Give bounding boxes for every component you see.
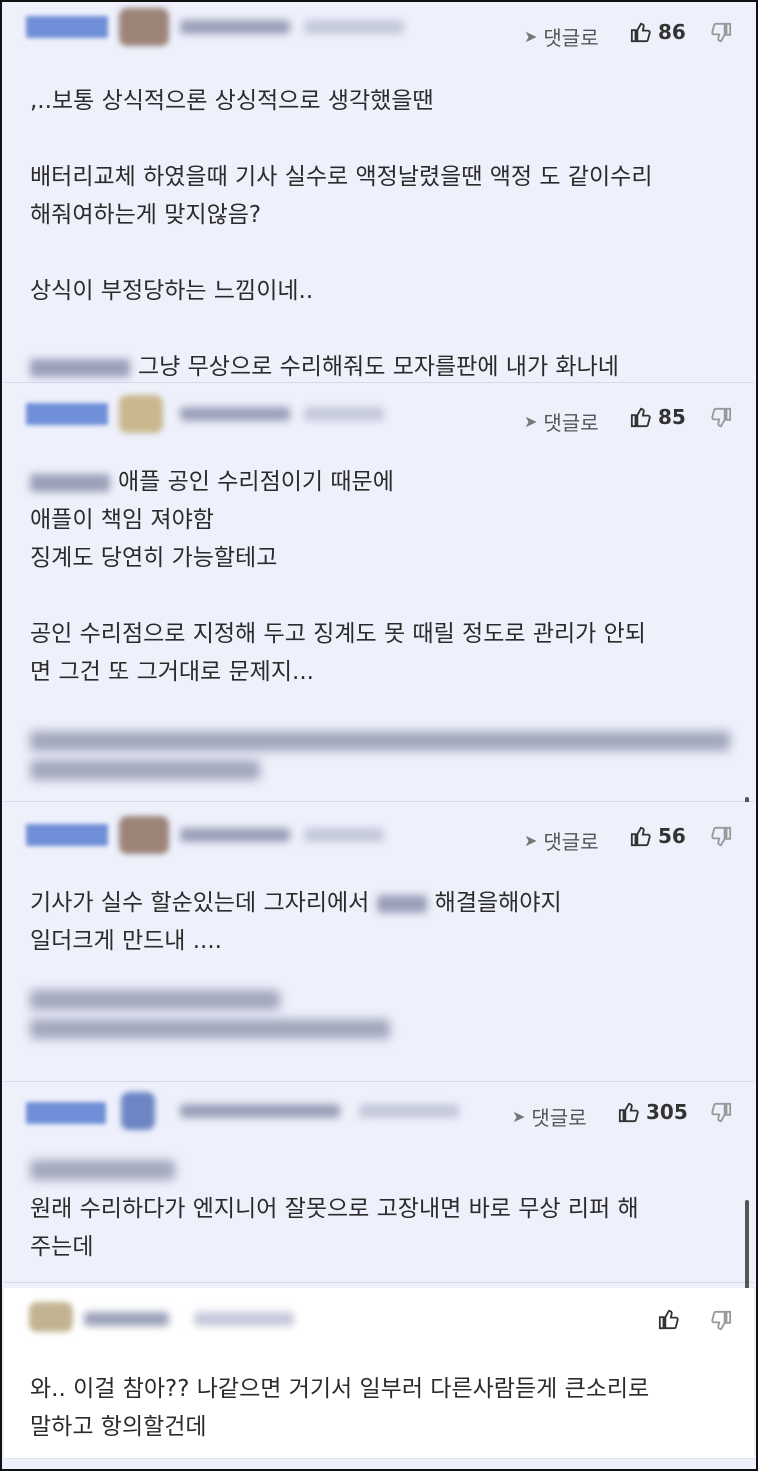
username-blurred — [84, 1312, 169, 1326]
thumbs-down-icon[interactable] — [710, 1310, 732, 1332]
like-count: 86 — [658, 20, 686, 44]
thumbs-down-icon[interactable] — [710, 1102, 732, 1124]
comment-line: 면 그건 또 그거대로 문제지... — [30, 659, 314, 685]
date-blurred — [194, 1312, 294, 1326]
username-blurred — [180, 1104, 340, 1118]
comment-line: 기사가 실수 할순있는데 그자리에서 해결을해야지 — [30, 884, 728, 922]
comment-line: 공인 수리점으로 지정해 두고 징계도 못 때릴 정도로 관리가 안되 — [30, 621, 646, 647]
user-badge — [26, 403, 108, 425]
comment-line: 와.. 이걸 참아?? 나같으면 거기서 일부러 다른사람듣게 큰소리로 — [30, 1376, 650, 1402]
comment-line: 징계도 당연히 가능할테고 — [30, 545, 278, 571]
comment-header: ➤ 댓글로 56 — [4, 802, 754, 854]
avatar[interactable] — [119, 395, 163, 433]
reply-label: 댓글로 — [543, 26, 599, 50]
comment-1: ➤ 댓글로 86 ,..보통 상식적으론 상싱적으로 생각했을땐 배터리교체 하… — [4, 2, 754, 383]
comment-line: 애플 공인 수리점이기 때문에 — [30, 463, 728, 501]
avatar[interactable] — [119, 8, 169, 46]
avatar[interactable] — [29, 1302, 73, 1332]
redacted-text — [30, 990, 280, 1010]
like-button[interactable]: 86 — [630, 20, 686, 44]
date-blurred — [304, 407, 384, 421]
thumbs-up-icon — [658, 1309, 679, 1330]
redacted-text — [30, 358, 130, 377]
comment-line: 일더크게 만드내 .... — [30, 928, 222, 954]
reply-button[interactable]: ➤ 댓글로 — [524, 407, 599, 436]
comment-4: ➤ 댓글로 305 원래 수리하다가 엔지니어 잘못으로 고장내면 바로 무상 … — [4, 1082, 754, 1318]
comment-body: 와.. 이걸 참아?? 나같으면 거기서 일부러 다른사람듣게 큰소리로 말하고… — [30, 1370, 728, 1446]
user-badge — [26, 1102, 106, 1124]
comment-header — [4, 1288, 754, 1340]
comment-header: ➤ 댓글로 85 — [4, 383, 754, 435]
comment-body: 기사가 실수 할순있는데 그자리에서 해결을해야지 일더크게 만드내 .... — [30, 884, 728, 1048]
username-blurred — [180, 828, 290, 842]
thumbs-up-icon — [630, 407, 651, 428]
reply-button[interactable]: ➤ 댓글로 — [524, 826, 599, 855]
comment-line: 말하고 항의할건데 — [30, 1414, 207, 1440]
like-count: 85 — [658, 405, 686, 429]
comment-header: ➤ 댓글로 86 — [4, 2, 754, 54]
like-button[interactable]: 56 — [630, 824, 686, 848]
comment-line: ,..보통 상식적으론 상싱적으로 생각했을땐 — [30, 88, 434, 114]
comment-line-text: 애플 공인 수리점이기 때문에 — [118, 469, 394, 495]
comment-line: 해줘여하는게 맞지않음? — [30, 202, 262, 228]
like-button[interactable]: 85 — [630, 405, 686, 429]
comment-header: ➤ 댓글로 305 — [4, 1082, 754, 1134]
like-button[interactable]: 305 — [618, 1100, 688, 1124]
date-blurred — [359, 1104, 459, 1118]
thumbs-up-icon — [630, 22, 651, 43]
comment-line-text: 해결을해야지 — [434, 890, 562, 916]
redacted-text — [30, 1019, 390, 1039]
comment-body: 애플 공인 수리점이기 때문에 애플이 책임 져야함 징계도 당연히 가능할테고… — [30, 463, 730, 789]
comment-line-text: 기사가 실수 할순있는데 그자리에서 — [30, 890, 370, 916]
like-count: 305 — [646, 1100, 688, 1124]
thumbs-down-icon[interactable] — [710, 826, 732, 848]
reply-label: 댓글로 — [531, 1106, 587, 1130]
comment-2: ➤ 댓글로 85 애플 공인 수리점이기 때문에 애플이 책임 져야함 징계도 … — [4, 383, 754, 921]
redacted-text — [30, 473, 110, 492]
comment-3: ➤ 댓글로 56 기사가 실수 할순있는데 그자리에서 해결을해야지 일더크게 … — [4, 802, 754, 1082]
comment-5: 와.. 이걸 참아?? 나같으면 거기서 일부러 다른사람듣게 큰소리로 말하고… — [4, 1288, 754, 1459]
date-blurred — [304, 828, 384, 842]
thumbs-up-icon — [630, 826, 651, 847]
comment-body: 원래 수리하다가 엔지니어 잘못으로 고장내면 바로 무상 리퍼 해 주는데 — [30, 1160, 728, 1266]
comment-line: 애플이 책임 져야함 — [30, 507, 214, 533]
username-blurred — [180, 407, 290, 421]
comment-line: 그냥 무상으로 수리해줘도 모자를판에 내가 화나네 — [30, 348, 728, 386]
reply-button[interactable]: ➤ 댓글로 — [524, 22, 599, 51]
comment-body: ,..보통 상식적으론 상싱적으로 생각했을땐 배터리교체 하였을때 기사 실수… — [30, 82, 728, 386]
comment-line-text: 그냥 무상으로 수리해줘도 모자를판에 내가 화나네 — [138, 354, 619, 380]
send-arrow-icon: ➤ — [524, 412, 538, 431]
user-badge — [26, 824, 108, 846]
date-blurred — [304, 20, 404, 34]
send-arrow-icon: ➤ — [512, 1107, 526, 1126]
redacted-text — [30, 1160, 175, 1180]
reply-button[interactable]: ➤ 댓글로 — [512, 1102, 587, 1131]
comment-line: 주는데 — [30, 1234, 94, 1260]
send-arrow-icon: ➤ — [524, 27, 538, 46]
username-blurred — [180, 20, 290, 34]
reply-label: 댓글로 — [543, 411, 599, 435]
reply-label: 댓글로 — [543, 830, 599, 854]
avatar[interactable] — [119, 816, 169, 854]
comment-line: 배터리교체 하였을때 기사 실수로 액정날렸을땐 액정 도 같이수리 — [30, 164, 653, 190]
redacted-text — [30, 731, 730, 751]
redacted-text — [376, 894, 427, 913]
comment-thread: ➤ 댓글로 86 ,..보통 상식적으론 상싱적으로 생각했을땐 배터리교체 하… — [0, 0, 758, 1471]
send-arrow-icon: ➤ — [524, 831, 538, 850]
user-badge — [26, 16, 108, 38]
like-button[interactable] — [658, 1308, 686, 1330]
thumbs-down-icon[interactable] — [710, 22, 732, 44]
thumbs-down-icon[interactable] — [710, 407, 732, 429]
thumbs-up-icon — [618, 1102, 639, 1123]
redacted-text — [30, 760, 260, 780]
comment-line: 원래 수리하다가 엔지니어 잘못으로 고장내면 바로 무상 리퍼 해 — [30, 1196, 639, 1222]
like-count: 56 — [658, 824, 686, 848]
comment-line: 상식이 부정당하는 느낌이네.. — [30, 278, 314, 304]
avatar[interactable] — [121, 1092, 155, 1130]
